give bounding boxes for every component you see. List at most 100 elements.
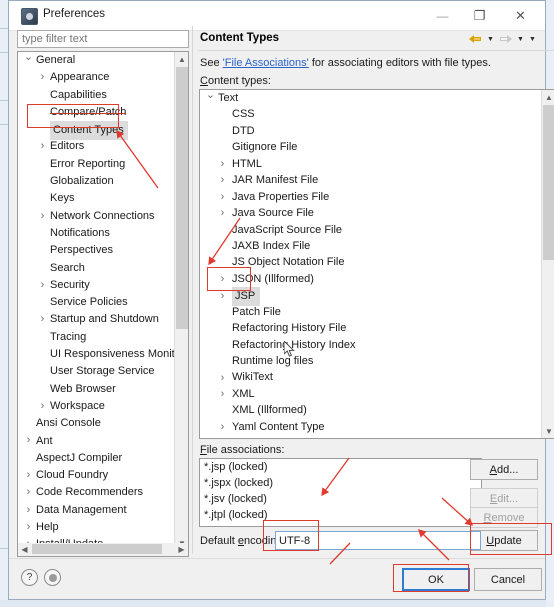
chevron-right-icon[interactable] (38, 398, 47, 415)
content-type-patch-file[interactable]: Patch File (200, 304, 540, 320)
content-type-dtd[interactable]: DTD (200, 123, 540, 139)
sidebar-item-startup-and-shutdown[interactable]: Startup and Shutdown (18, 311, 175, 328)
chevron-right-icon[interactable] (38, 69, 47, 86)
chevron-right-icon[interactable] (218, 386, 227, 403)
chevron-right-icon[interactable] (24, 433, 33, 450)
file-association-item[interactable]: *.jspx (locked) (200, 475, 481, 491)
content-types-tree[interactable]: Text CSS DTD Gitignore File HTML JAR Manifest… (199, 89, 554, 439)
back-arrow-icon[interactable] (468, 32, 483, 46)
content-type-java-source-file[interactable]: Java Source File (200, 205, 540, 221)
content-type-refactoring-history-index[interactable]: Refactoring History Index (200, 337, 540, 353)
sidebar-item-web-browser[interactable]: Web Browser (18, 381, 175, 398)
chevron-right-icon[interactable] (24, 502, 33, 519)
sidebar-item-user-storage-service[interactable]: User Storage Service (18, 363, 175, 380)
forward-history-chevron-down-icon[interactable] (516, 32, 525, 46)
scroll-up-icon[interactable]: ▲ (175, 52, 188, 66)
sidebar-item-tracing[interactable]: Tracing (18, 329, 175, 346)
chevron-right-icon[interactable] (38, 311, 47, 328)
content-type-gitignore-file[interactable]: Gitignore File (200, 139, 540, 155)
sidebar-hscroll-thumb[interactable] (32, 544, 162, 554)
content-type-css[interactable]: CSS (200, 106, 540, 122)
content-types-vertical-scrollbar[interactable]: ▲ ▼ (541, 90, 554, 438)
sidebar-item-perspectives[interactable]: Perspectives (18, 242, 175, 259)
sidebar-item-ui-responsiveness-monito[interactable]: UI Responsiveness Monito (18, 346, 175, 363)
add-button[interactable]: Add... (470, 459, 538, 480)
sidebar-item-data-management[interactable]: Data Management (18, 502, 175, 519)
sidebar-item-help[interactable]: Help (18, 519, 175, 536)
chevron-right-icon[interactable] (38, 138, 47, 155)
ct-scroll-down-icon[interactable]: ▼ (542, 424, 554, 438)
chevron-down-icon[interactable] (24, 52, 33, 69)
sidebar-item-content-types[interactable]: Content Types (18, 121, 175, 141)
sidebar-item-ansi-console[interactable]: Ansi Console (18, 415, 175, 432)
ct-scroll-up-icon[interactable]: ▲ (542, 90, 554, 104)
sidebar-item-general[interactable]: General (18, 52, 175, 69)
file-associations-list[interactable]: *.jsp (locked) *.jspx (locked) *.jsv (lock… (199, 458, 482, 527)
sidebar-item-editors[interactable]: Editors (18, 138, 175, 155)
forward-arrow-icon[interactable] (498, 32, 513, 46)
sidebar-item-keys[interactable]: Keys (18, 190, 175, 207)
chevron-right-icon[interactable] (218, 271, 227, 288)
content-type-js-object-notation-file[interactable]: JS Object Notation File (200, 254, 540, 270)
sidebar-item-security[interactable]: Security (18, 277, 175, 294)
apply-icon[interactable] (44, 569, 61, 586)
chevron-right-icon[interactable] (218, 156, 227, 173)
chevron-right-icon[interactable] (38, 277, 47, 294)
search-input[interactable] (17, 30, 189, 48)
close-button[interactable]: ✕ (502, 1, 539, 30)
sidebar-item-search[interactable]: Search (18, 260, 175, 277)
sidebar-item-aspectj-compiler[interactable]: AspectJ Compiler (18, 450, 175, 467)
sidebar-item-service-policies[interactable]: Service Policies (18, 294, 175, 311)
chevron-right-icon[interactable] (218, 369, 227, 386)
content-type-html[interactable]: HTML (200, 156, 540, 172)
sidebar-item-appearance[interactable]: Appearance (18, 69, 175, 86)
chevron-right-icon[interactable] (24, 467, 33, 484)
content-type-text[interactable]: Text (200, 90, 540, 106)
maximize-button[interactable]: ❐ (461, 1, 498, 30)
sidebar-horizontal-scrollbar[interactable]: ◀ ▶ (17, 543, 189, 557)
ok-button[interactable]: OK (402, 568, 470, 591)
content-type-word-document[interactable]: Word Document (200, 435, 540, 438)
content-type-javascript-source-file[interactable]: JavaScript Source File (200, 222, 540, 238)
sidebar-item-network-connections[interactable]: Network Connections (18, 208, 175, 225)
sidebar-item-code-recommenders[interactable]: Code Recommenders (18, 484, 175, 501)
minimize-button[interactable]: — (424, 1, 461, 30)
sidebar-item-globalization[interactable]: Globalization (18, 173, 175, 190)
sidebar-item-notifications[interactable]: Notifications (18, 225, 175, 242)
file-association-item[interactable]: *.jsp (locked) (200, 459, 481, 475)
chevron-right-icon[interactable] (24, 484, 33, 501)
back-history-chevron-down-icon[interactable] (486, 32, 495, 46)
ct-scroll-thumb[interactable] (543, 105, 554, 260)
sidebar-scroll-thumb[interactable] (176, 67, 188, 329)
chevron-right-icon[interactable] (24, 519, 33, 536)
chevron-right-icon[interactable] (218, 205, 227, 222)
cancel-button[interactable]: Cancel (474, 568, 542, 591)
sidebar-item-cloud-foundry[interactable]: Cloud Foundry (18, 467, 175, 484)
chevron-right-icon[interactable] (38, 208, 47, 225)
pane-menu-chevron-down-icon[interactable] (528, 32, 537, 46)
chevron-down-icon[interactable] (206, 90, 215, 107)
sidebar-item-error-reporting[interactable]: Error Reporting (18, 156, 175, 173)
default-encoding-input[interactable] (275, 531, 481, 550)
chevron-right-icon[interactable] (218, 287, 227, 304)
content-type-runtime-log-files[interactable]: Runtime log files (200, 353, 540, 369)
content-type-jar-manifest-file[interactable]: JAR Manifest File (200, 172, 540, 188)
content-type-jaxb-index-file[interactable]: JAXB Index File (200, 238, 540, 254)
help-icon[interactable]: ? (21, 569, 38, 586)
content-type-java-properties-file[interactable]: Java Properties File (200, 189, 540, 205)
chevron-right-icon[interactable] (218, 419, 227, 436)
chevron-right-icon[interactable] (218, 189, 227, 206)
chevron-right-icon[interactable] (218, 172, 227, 189)
sidebar-item-compare-patch[interactable]: Compare/Patch (18, 104, 175, 121)
content-type-wikitext[interactable]: WikiText (200, 369, 540, 385)
sidebar-item-capabilities[interactable]: Capabilities (18, 87, 175, 104)
content-type-json-illformed[interactable]: JSON (Illformed) (200, 271, 540, 287)
content-type-xml-illformed[interactable]: XML (Illformed) (200, 402, 540, 418)
content-type-xml[interactable]: XML (200, 386, 540, 402)
content-type-jsp[interactable]: JSP (200, 287, 540, 306)
file-association-item[interactable]: *.jsv (locked) (200, 491, 481, 507)
file-associations-link[interactable]: 'File Associations' (223, 57, 309, 69)
sidebar-vertical-scrollbar[interactable]: ▲ ▼ (174, 52, 188, 550)
content-type-yaml-content-type[interactable]: Yaml Content Type (200, 419, 540, 435)
scroll-left-icon[interactable]: ◀ (18, 543, 31, 555)
